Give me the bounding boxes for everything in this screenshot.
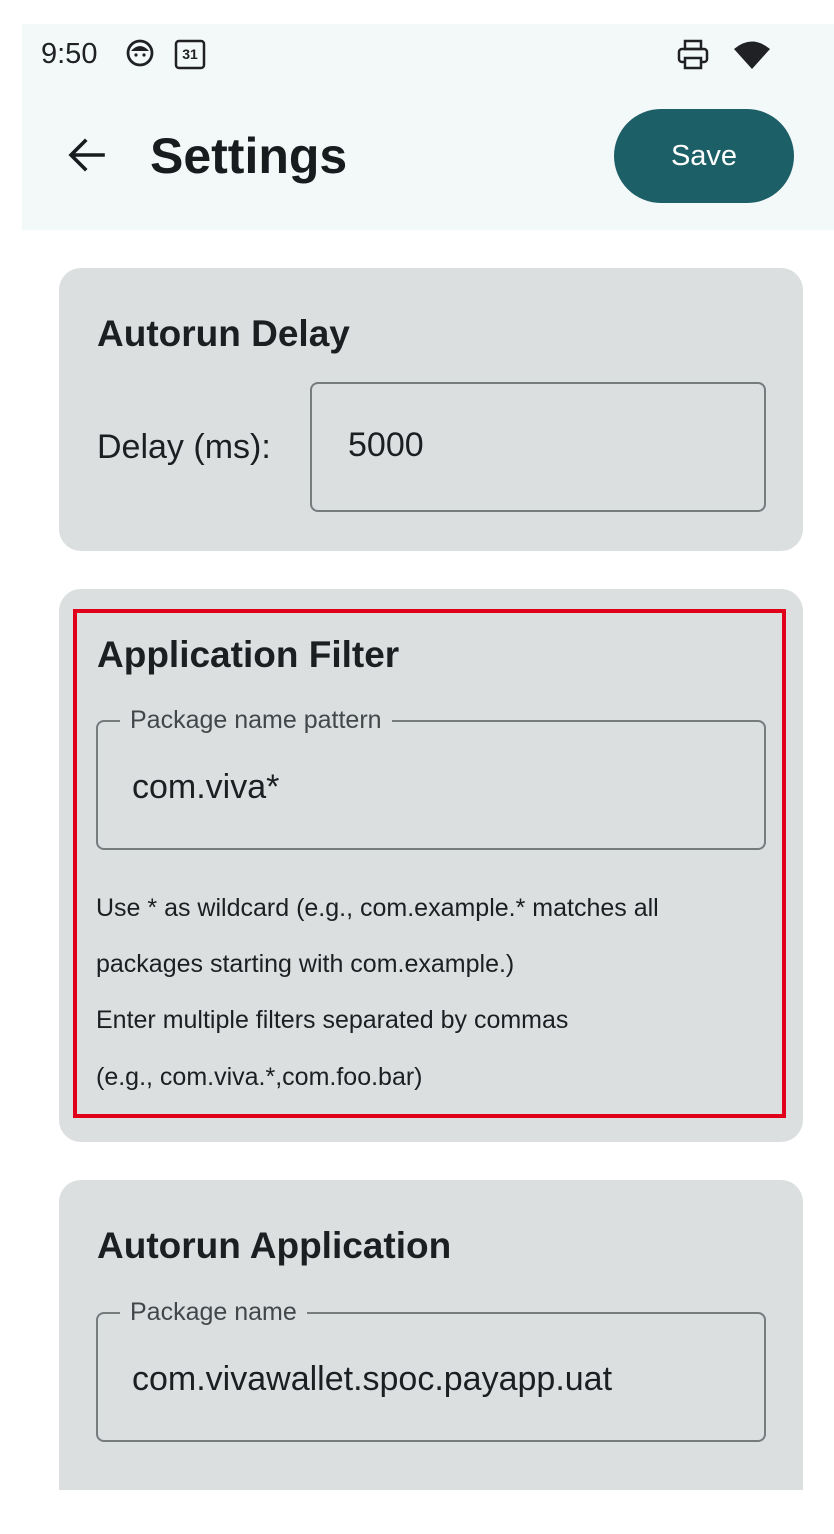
page-title: Settings bbox=[150, 128, 348, 184]
delay-label: Delay (ms): bbox=[97, 428, 271, 466]
save-button[interactable]: Save bbox=[614, 109, 794, 203]
delay-input[interactable] bbox=[348, 426, 728, 465]
calendar-day: 31 bbox=[182, 46, 198, 62]
wifi-icon bbox=[734, 40, 770, 75]
autorun-delay-title: Autorun Delay bbox=[97, 313, 350, 354]
status-time: 9:50 bbox=[41, 38, 98, 70]
print-icon bbox=[676, 38, 710, 77]
helper-text-line-3: Enter multiple filters separated by comm… bbox=[96, 1006, 569, 1034]
helper-text-line-1: Use * as wildcard (e.g., com.example.* m… bbox=[96, 894, 659, 922]
package-name-field[interactable]: Package name bbox=[96, 1298, 766, 1442]
package-pattern-input[interactable] bbox=[132, 768, 732, 807]
application-filter-card: Application Filter Package name pattern … bbox=[59, 589, 803, 1142]
autorun-application-card: Autorun Application Package name bbox=[59, 1180, 803, 1490]
calendar-icon: 31 bbox=[174, 38, 206, 70]
package-name-input[interactable] bbox=[132, 1360, 732, 1399]
package-pattern-field[interactable]: Package name pattern bbox=[96, 706, 766, 850]
delay-field[interactable] bbox=[310, 382, 766, 512]
package-name-label: Package name bbox=[120, 1298, 307, 1326]
helper-text-line-2: packages starting with com.example.) bbox=[96, 950, 515, 978]
face-icon bbox=[125, 38, 155, 73]
helper-text-line-4: (e.g., com.viva.*,com.foo.bar) bbox=[96, 1063, 423, 1091]
top-bar: 9:50 31 Settings Save bbox=[22, 24, 834, 230]
application-filter-title: Application Filter bbox=[97, 634, 400, 675]
autorun-application-title: Autorun Application bbox=[97, 1225, 452, 1266]
settings-screen: 9:50 31 Settings Save Autorun Delay Dela… bbox=[22, 24, 834, 1490]
package-pattern-label: Package name pattern bbox=[120, 706, 392, 734]
autorun-delay-card: Autorun Delay Delay (ms): bbox=[59, 268, 803, 551]
arrow-back-icon bbox=[68, 138, 105, 172]
back-button[interactable] bbox=[60, 129, 112, 181]
